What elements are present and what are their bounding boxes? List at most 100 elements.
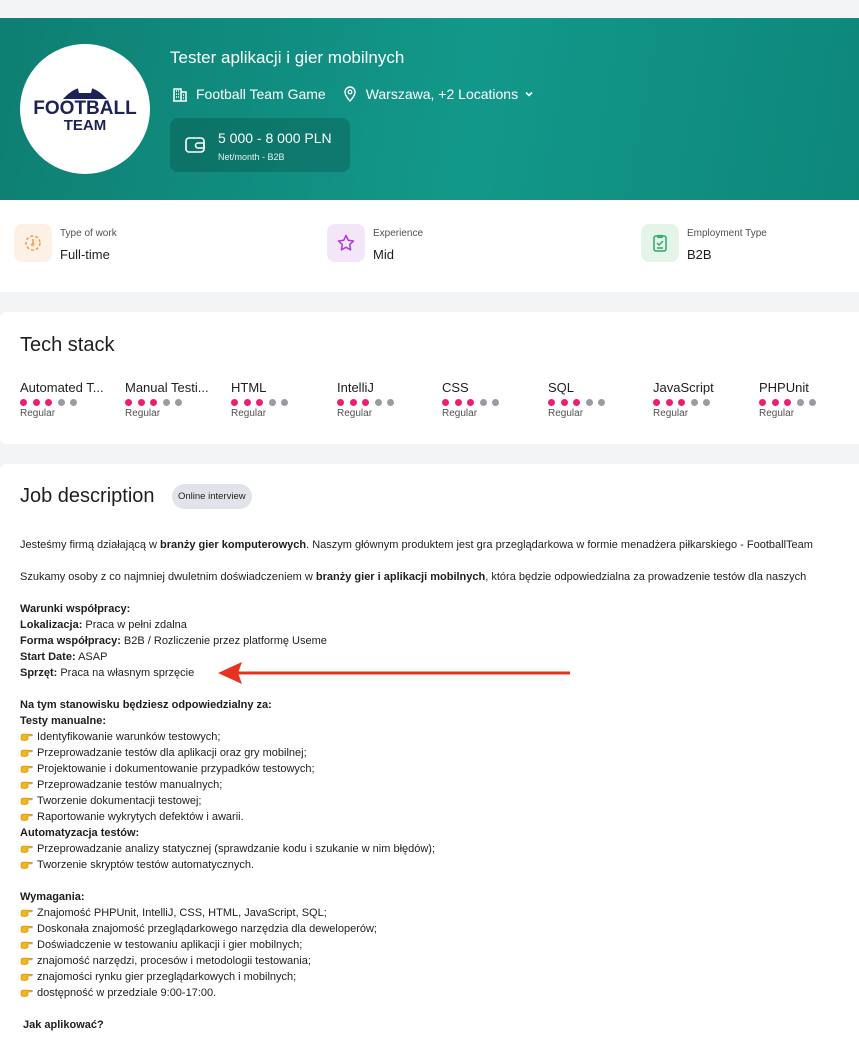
pointing-hand-icon [20, 925, 33, 933]
skill-dot [137, 399, 145, 406]
skill-dot [759, 399, 766, 406]
skill-dot [809, 399, 816, 406]
company-name[interactable]: Football Team Game [196, 86, 326, 102]
company-logo[interactable]: FOOTBALL TEAM [20, 44, 150, 174]
skill-level-dots [125, 399, 225, 406]
pointing-hand-icon [20, 861, 33, 869]
skill-dot [442, 399, 449, 406]
list-item: Identyfikowanie warunków testowych; [20, 729, 220, 745]
skill-dot [150, 399, 157, 406]
tech-level: Regular [231, 408, 267, 419]
attr-label: Employment Type [687, 228, 767, 239]
list-item: Projektowanie i dokumentowanie przypadkó… [20, 761, 315, 777]
timer-icon [14, 224, 52, 262]
skill-dot [796, 399, 804, 406]
salary-note: Net/month - B2B [218, 152, 285, 162]
salary-box: 5 000 - 8 000 PLN Net/month - B2B [170, 118, 350, 172]
skill-dot [387, 399, 394, 406]
skill-dot [349, 399, 357, 406]
online-interview-badge: Online interview [172, 484, 252, 509]
attr-type-of-work: Type of work Full-time [14, 224, 117, 262]
skill-dot [678, 399, 685, 406]
location-pin-icon [342, 86, 358, 102]
skill-dot [598, 399, 605, 406]
requirements-title: Wymagania: [20, 891, 85, 903]
tech-item: Manual Testi... Regular [125, 380, 225, 419]
tech-name: SQL [548, 380, 575, 395]
pointing-hand-icon [20, 845, 33, 853]
football-team-logo: FOOTBALL TEAM [33, 81, 137, 134]
list-item: Przeprowadzanie analizy statycznej (spra… [20, 841, 435, 857]
pointing-hand-icon [20, 909, 33, 917]
list-item: znajomości rynku gier przeglądarkowych i… [20, 969, 296, 985]
tech-stack-title: Tech stack [20, 334, 115, 356]
intro-paragraph-2: Szukamy osoby z co najmniej dwuletnim do… [20, 571, 807, 583]
skill-dot [492, 399, 499, 406]
skill-level-dots [20, 399, 120, 406]
skill-dot [243, 399, 251, 406]
job-meta: Football Team Game Warszawa, +2 Location… [172, 86, 534, 102]
skill-dot [548, 399, 555, 406]
skill-dot [703, 399, 710, 406]
skill-dot [454, 399, 462, 406]
job-attributes: Type of work Full-time Experience Mid Em… [0, 200, 859, 292]
skill-dot [690, 399, 698, 406]
tech-name: IntelliJ [337, 380, 374, 395]
skill-dot [70, 399, 77, 406]
skill-dot [573, 399, 580, 406]
skill-dot [125, 399, 132, 406]
skill-dot [337, 399, 344, 406]
intro-paragraph-1: Jesteśmy firmą działającą w branży gier … [20, 539, 813, 551]
skill-dot [281, 399, 288, 406]
attr-label: Experience [373, 228, 424, 239]
tech-name: HTML [231, 380, 267, 395]
list-item: Przeprowadzanie testów manualnych; [20, 777, 222, 793]
job-header: FOOTBALL TEAM Tester aplikacji i gier mo… [0, 18, 859, 200]
list-item: Doskonała znajomość przeglądarkowego nar… [20, 921, 377, 937]
tech-item: CSS Regular [442, 380, 542, 419]
building-icon [172, 86, 188, 102]
skill-level-dots [442, 399, 542, 406]
attr-value: Mid [373, 247, 394, 262]
location-text[interactable]: Warszawa, +2 Locations [366, 86, 518, 102]
pointing-hand-icon [20, 973, 33, 981]
logo-line1: FOOTBALL [33, 98, 137, 119]
salary-amount: 5 000 - 8 000 PLN [218, 130, 332, 146]
tech-level: Regular [337, 408, 373, 419]
skill-dot [45, 399, 52, 406]
tech-level: Regular [759, 408, 795, 419]
skill-level-dots [548, 399, 648, 406]
pointing-hand-icon [20, 781, 33, 789]
condition-start-date: Start Date: ASAP [20, 651, 108, 663]
manual-tests-title: Testy manualne: [20, 715, 106, 727]
tech-item: SQL Regular [548, 380, 648, 419]
skill-dot [560, 399, 568, 406]
logo-line2: TEAM [64, 117, 107, 134]
skill-dot [467, 399, 474, 406]
chevron-down-icon[interactable] [524, 89, 534, 99]
responsibilities-title: Na tym stanowisku będziesz odpowiedzialn… [20, 699, 272, 711]
skill-dot [32, 399, 40, 406]
tech-name: JavaScript [653, 380, 714, 395]
skill-dot [653, 399, 660, 406]
skill-level-dots [231, 399, 331, 406]
tech-item: JavaScript Regular [653, 380, 753, 419]
list-item: Znajomość PHPUnit, IntelliJ, CSS, HTML, … [20, 905, 327, 921]
conditions-title: Warunki współpracy: [20, 603, 131, 615]
tech-name: PHPUnit [759, 380, 809, 395]
how-to-apply-title: Jak aplikować? [23, 1019, 104, 1031]
tech-item: Automated T... Regular [20, 380, 120, 419]
list-item: Tworzenie skryptów testów automatycznych… [20, 857, 254, 873]
skill-dot [256, 399, 263, 406]
tech-level: Regular [20, 408, 56, 419]
tech-item: IntelliJ Regular [337, 380, 437, 419]
tech-level: Regular [653, 408, 689, 419]
condition-equipment: Sprzęt: Praca na własnym sprzęcie [20, 667, 195, 679]
skill-dot [268, 399, 276, 406]
skill-level-dots [337, 399, 437, 406]
annotation-arrow [218, 662, 570, 684]
tech-item: PHPUnit Regular [759, 380, 859, 419]
contract-icon [641, 224, 679, 262]
pointing-hand-icon [20, 957, 33, 965]
skill-dot [771, 399, 779, 406]
